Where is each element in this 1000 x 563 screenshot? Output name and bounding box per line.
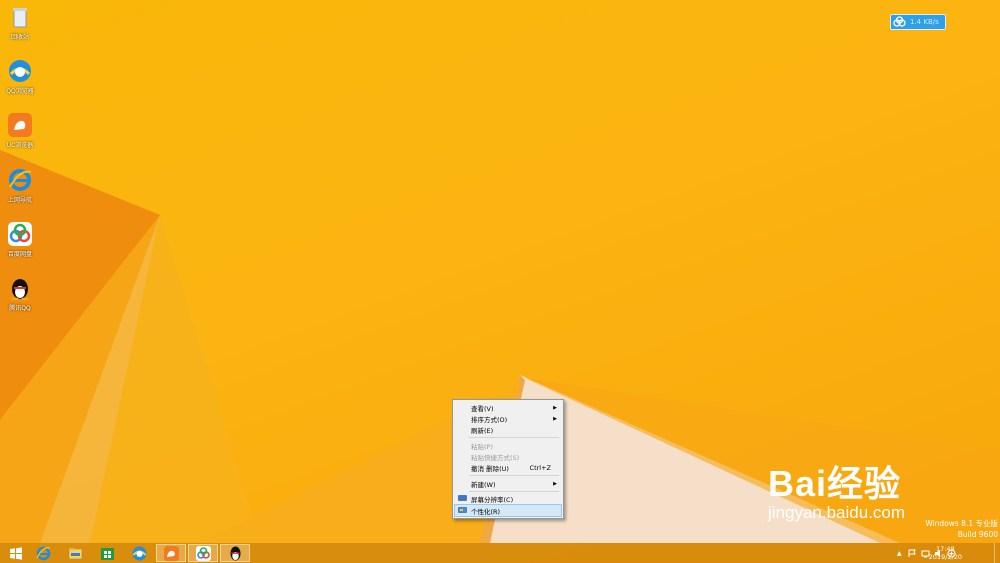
menu-item-label: 粘贴快捷方式(S) [471,453,520,462]
menu-item-paste[interactable]: 粘贴(P) [455,440,561,451]
desktop-icon-baidu-netdisk[interactable]: 百度网盘 [0,221,40,258]
taskbar-file-explorer[interactable] [60,544,90,562]
recycle-bin-icon [13,8,27,28]
menu-item-label: 撤消 删除(U) [471,464,509,473]
show-hidden-icons-icon[interactable]: ▲ [897,550,902,557]
file-explorer-icon [68,547,82,559]
desktop-icon-label: QQ浏览器 [6,88,34,95]
menu-item-label: 个性化(R) [471,507,501,516]
os-version-watermark: Windows 8.1 专业版 Build 9600 [925,518,998,540]
clock-date: 2019/2/20 [928,553,962,561]
ie-icon [9,169,32,191]
menu-item-personalize[interactable]: 个性化(R) [454,504,562,517]
submenu-arrow-icon: ▶ [553,404,557,411]
store-icon [100,547,114,560]
show-desktop-button[interactable] [994,543,1000,563]
start-button[interactable] [0,544,30,562]
menu-item-undo-delete[interactable]: 撤消 删除(U) Ctrl+Z [455,462,561,473]
menu-separator [469,437,559,438]
desktop-icon-qq[interactable]: 腾讯QQ [0,275,40,312]
desktop-icon-recycle-bin[interactable]: 回收站 [0,4,40,41]
personalize-icon [458,507,467,513]
submenu-arrow-icon: ▶ [553,480,557,487]
qq-penguin-icon [230,546,240,560]
menu-item-view[interactable]: 查看(V) ▶ [455,402,561,413]
taskbar: ▲ 17:48 2019/2/20 [0,543,1000,563]
menu-separator [469,491,559,492]
start-icon [9,546,22,560]
menu-item-paste-shortcut[interactable]: 粘贴快捷方式(S) [455,451,561,462]
taskbar-baidu-netdisk[interactable] [188,544,218,562]
desktop-icon-label: 腾讯QQ [9,305,31,312]
menu-item-sort[interactable]: 排序方式(O) ▶ [455,413,561,424]
menu-item-screen-resolution[interactable]: 屏幕分辨率(C) [455,493,561,504]
menu-item-label: 排序方式(O) [471,415,508,424]
menu-item-new[interactable]: 新建(W) ▶ [455,478,561,489]
qq-browser-icon [9,60,31,82]
desktop-context-menu: 查看(V) ▶ 排序方式(O) ▶ 刷新(E) 粘贴(P) 粘贴快捷方式(S) … [452,399,564,519]
baidu-netdisk-icon [8,222,32,246]
menu-shortcut: Ctrl+Z [529,463,551,472]
os-version-line2: Build 9600 [957,530,998,539]
uc-browser-icon [8,113,32,137]
menu-item-label: 屏幕分辨率(C) [471,495,514,504]
baidu-netdisk-icon [195,545,211,561]
desktop-icon-label: 百度网盘 [7,251,32,258]
menu-item-label: 新建(W) [471,480,496,489]
watermark-url: jingyan.baidu.com [768,503,906,522]
baidu-netdisk-icon [893,16,906,27]
taskbar-ie[interactable] [28,544,58,562]
taskbar-qq[interactable] [220,544,250,562]
taskbar-clock[interactable]: 17:48 2019/2/20 [929,545,962,561]
taskbar-store[interactable] [92,544,122,562]
qq-browser-icon [132,546,146,560]
baidu-logo: Bai经验 [768,463,902,504]
action-center-flag-icon[interactable] [908,549,917,558]
menu-item-refresh[interactable]: 刷新(E) [455,424,561,435]
uc-browser-icon [163,545,179,561]
ie-icon [35,546,50,560]
menu-item-label: 查看(V) [471,404,494,413]
qq-penguin-icon [11,279,29,301]
desktop-icon-qq-browser[interactable]: QQ浏览器 [0,58,40,95]
submenu-arrow-icon: ▶ [553,415,557,422]
taskbar-uc-browser[interactable] [156,544,186,562]
clock-time: 17:48 [935,545,955,553]
menu-separator [469,475,559,476]
desktop-icon-ie[interactable]: 上网导航 [0,167,40,204]
netdisk-speed-widget[interactable]: 1.4 KB/s [890,14,946,30]
menu-item-label: 刷新(E) [471,426,494,435]
desktop-icon-label: UC浏览器 [6,142,34,149]
menu-item-label: 粘贴(P) [471,442,493,451]
taskbar-qq-browser[interactable] [124,544,154,562]
desktop-icon-label: 回收站 [10,34,29,41]
desktop-icon-uc-browser[interactable]: UC浏览器 [0,112,40,149]
desktop-icon-label: 上网导航 [7,197,32,204]
speed-text: 1.4 KB/s [910,18,939,26]
os-version-line1: Windows 8.1 专业版 [925,519,998,528]
monitor-icon [458,495,467,501]
baidu-jingyan-watermark: Bai经验 jingyan.baidu.com [768,455,905,523]
